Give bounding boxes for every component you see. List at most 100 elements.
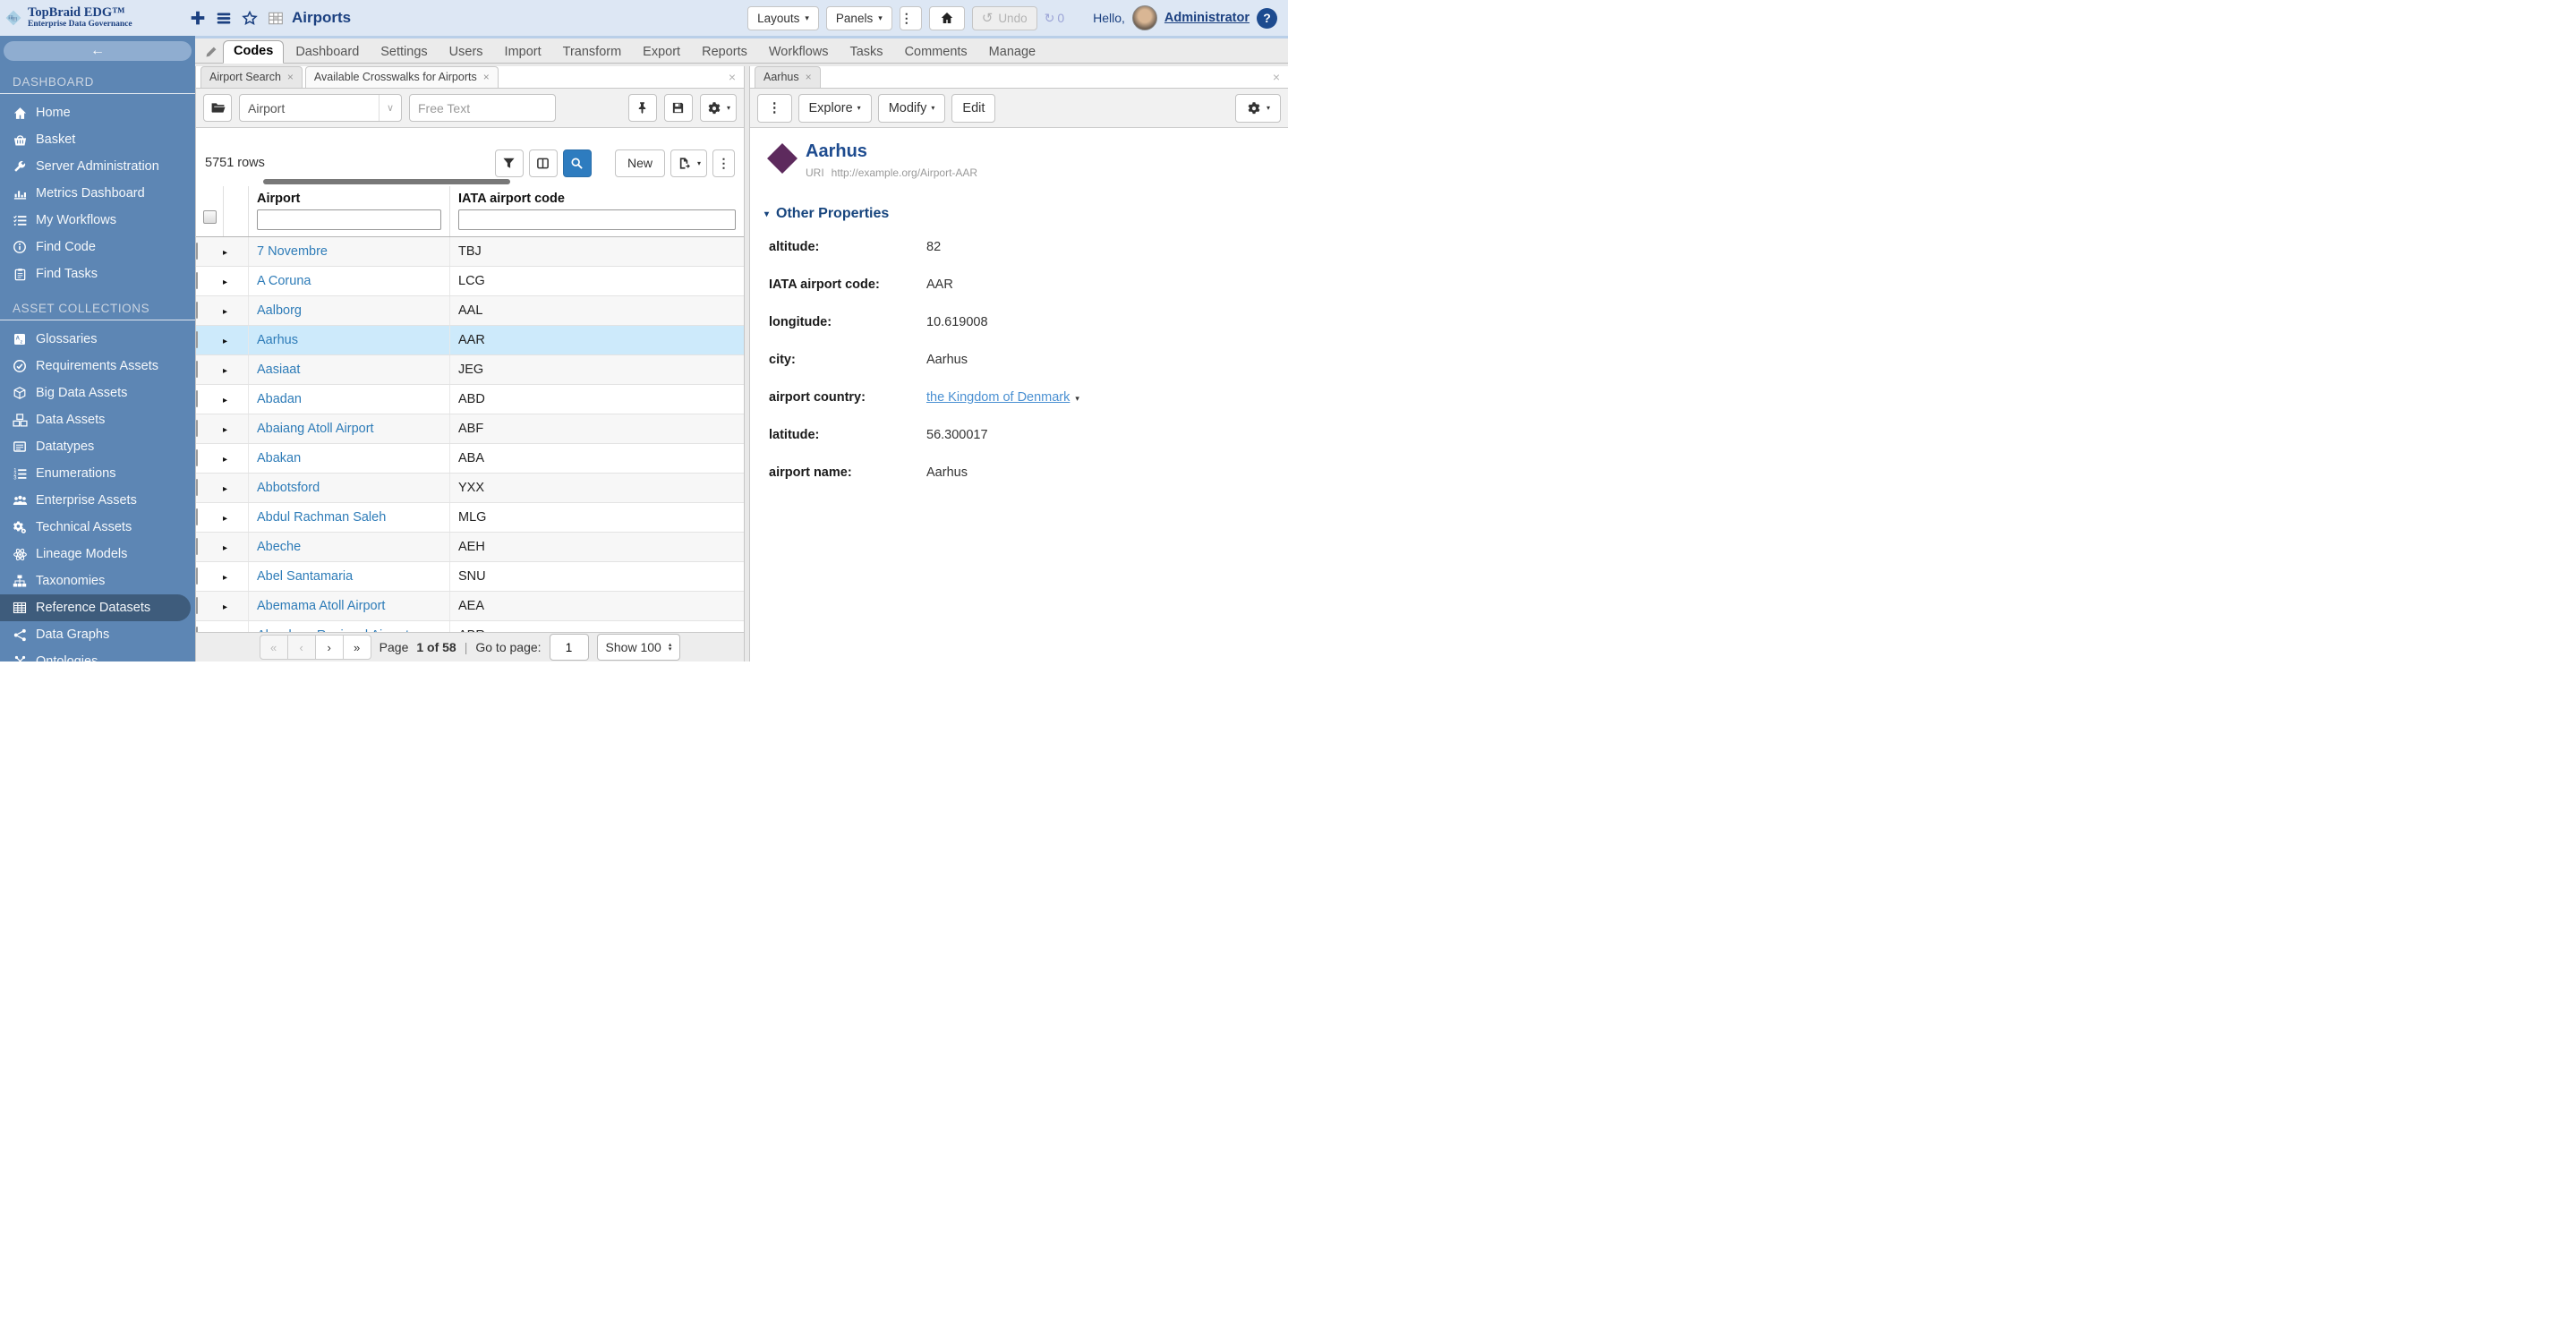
new-button[interactable]: New [615, 149, 665, 177]
explore-button[interactable]: Explore ▾ [798, 94, 872, 123]
export-button[interactable]: ▾ [670, 149, 707, 177]
table-row[interactable]: ▸AbakanABA [196, 444, 744, 474]
sidebar-item-glossaries[interactable]: AzGlossaries [0, 326, 195, 353]
open-search-button[interactable] [203, 94, 232, 122]
tab-users[interactable]: Users [439, 42, 493, 63]
sidebar-item-find-code[interactable]: Find Code [0, 234, 195, 260]
airport-link[interactable]: A Coruna [249, 274, 311, 288]
row-checkbox[interactable] [196, 508, 198, 525]
sidebar-item-datatypes[interactable]: Datatypes [0, 433, 195, 460]
tab-comments[interactable]: Comments [895, 42, 977, 63]
help-icon[interactable]: ? [1257, 8, 1277, 29]
row-checkbox[interactable] [196, 331, 198, 348]
detail-settings-button[interactable]: ▾ [1235, 94, 1281, 123]
airport-link[interactable]: Abeche [249, 540, 301, 554]
close-panel-icon[interactable]: × [1273, 70, 1280, 84]
row-checkbox[interactable] [196, 597, 198, 614]
table-row[interactable]: ▸Abaiang Atoll AirportABF [196, 414, 744, 444]
expand-arrow-icon[interactable]: ▸ [223, 455, 227, 465]
tab-tasks[interactable]: Tasks [840, 42, 892, 63]
row-checkbox[interactable] [196, 538, 198, 555]
free-text-input[interactable] [409, 94, 556, 122]
save-search-button[interactable] [664, 94, 693, 122]
close-icon[interactable]: × [483, 71, 490, 83]
expand-arrow-icon[interactable]: ▸ [223, 337, 227, 346]
sidebar-item-lineage-models[interactable]: Lineage Models [0, 541, 195, 568]
sidebar-item-home[interactable]: Home [0, 99, 195, 126]
modify-button[interactable]: Modify ▾ [878, 94, 946, 123]
table-row[interactable]: ▸AarhusAAR [196, 326, 744, 355]
subtab-airport-search[interactable]: Airport Search× [200, 66, 303, 88]
airport-link[interactable]: Aasiaat [249, 363, 300, 377]
row-checkbox[interactable] [196, 479, 198, 496]
row-checkbox[interactable] [196, 243, 198, 260]
sidebar-item-my-workflows[interactable]: My Workflows [0, 207, 195, 234]
airport-link[interactable]: Abel Santamaria [249, 569, 353, 584]
subtab-available-crosswalks-for-airports[interactable]: Available Crosswalks for Airports× [305, 66, 499, 88]
sidebar-item-requirements-assets[interactable]: Requirements Assets [0, 353, 195, 380]
expand-arrow-icon[interactable]: ▸ [223, 277, 227, 287]
tab-transform[interactable]: Transform [553, 42, 632, 63]
tab-workflows[interactable]: Workflows [759, 42, 839, 63]
property-value[interactable]: the Kingdom of Denmark [926, 390, 1070, 405]
detail-more-button[interactable]: ⋮ [757, 94, 792, 123]
expand-arrow-icon[interactable]: ▸ [223, 425, 227, 435]
sidebar-item-data-graphs[interactable]: Data Graphs [0, 621, 195, 648]
add-icon[interactable] [190, 9, 206, 27]
table-row[interactable]: ▸Abdul Rachman SalehMLG [196, 503, 744, 533]
table-row[interactable]: ▸7 NovembreTBJ [196, 237, 744, 267]
detail-tab-aarhus[interactable]: Aarhus × [755, 66, 821, 88]
row-checkbox[interactable] [196, 272, 198, 289]
last-page-button[interactable]: » [343, 635, 371, 660]
sidebar-item-basket[interactable]: Basket [0, 126, 195, 153]
edit-button[interactable]: Edit [951, 94, 995, 123]
menu-icon[interactable] [216, 10, 232, 27]
expand-arrow-icon[interactable]: ▸ [223, 248, 227, 258]
airport-filter-input[interactable] [257, 209, 441, 230]
table-row[interactable]: ▸Abemama Atoll AirportAEA [196, 592, 744, 621]
row-checkbox[interactable] [196, 361, 198, 378]
expand-arrow-icon[interactable]: ▸ [223, 307, 227, 317]
close-icon[interactable]: × [806, 71, 812, 83]
iata-filter-input[interactable] [458, 209, 736, 230]
layouts-button[interactable]: Layouts ▾ [747, 6, 819, 30]
sidebar-item-metrics-dashboard[interactable]: Metrics Dashboard [0, 180, 195, 207]
close-panel-icon[interactable]: × [729, 70, 736, 84]
table-row[interactable]: ▸AasiaatJEG [196, 355, 744, 385]
sidebar-item-find-tasks[interactable]: Find Tasks [0, 260, 195, 287]
row-checkbox[interactable] [196, 302, 198, 319]
sidebar-collapse-button[interactable]: ← [4, 41, 192, 61]
home-button[interactable] [929, 6, 965, 30]
star-icon[interactable] [242, 10, 258, 27]
other-properties-section-header[interactable]: ▾ Other Properties [764, 206, 1274, 222]
search-type-select[interactable]: Airport ∨ [239, 94, 402, 122]
tab-export[interactable]: Export [633, 42, 690, 63]
tab-codes[interactable]: Codes [223, 40, 284, 64]
select-all-checkbox[interactable] [203, 210, 217, 224]
table-row[interactable]: ▸A CorunaLCG [196, 267, 744, 296]
table-row[interactable]: ▸AalborgAAL [196, 296, 744, 326]
tab-import[interactable]: Import [495, 42, 551, 63]
filter-button[interactable] [495, 149, 524, 177]
table-row[interactable]: ▸AbecheAEH [196, 533, 744, 562]
search-button[interactable] [563, 149, 592, 177]
sidebar-item-data-assets[interactable]: Data Assets [0, 406, 195, 433]
airport-link[interactable]: Abemama Atoll Airport [249, 599, 385, 613]
expand-arrow-icon[interactable]: ▸ [223, 396, 227, 405]
topbraid-logo[interactable]: TopBraid EDG™ Enterprise Data Governance [0, 4, 190, 31]
tab-settings[interactable]: Settings [371, 42, 437, 63]
airport-link[interactable]: Abdul Rachman Saleh [249, 510, 386, 525]
airport-link[interactable]: Abbotsford [249, 481, 320, 495]
username-link[interactable]: Administrator [1164, 11, 1250, 25]
search-settings-button[interactable]: ▾ [700, 94, 737, 122]
results-more-button[interactable]: ⋮ [712, 149, 735, 177]
tab-dashboard[interactable]: Dashboard [286, 42, 369, 63]
sidebar-item-reference-datasets[interactable]: Reference Datasets [0, 594, 191, 621]
airport-link[interactable]: Aarhus [249, 333, 298, 347]
row-checkbox[interactable] [196, 449, 198, 466]
columns-button[interactable] [529, 149, 558, 177]
avatar[interactable] [1132, 5, 1157, 30]
expand-arrow-icon[interactable]: ▸ [223, 366, 227, 376]
panels-button[interactable]: Panels ▾ [826, 6, 892, 30]
sidebar-item-enterprise-assets[interactable]: Enterprise Assets [0, 487, 195, 514]
